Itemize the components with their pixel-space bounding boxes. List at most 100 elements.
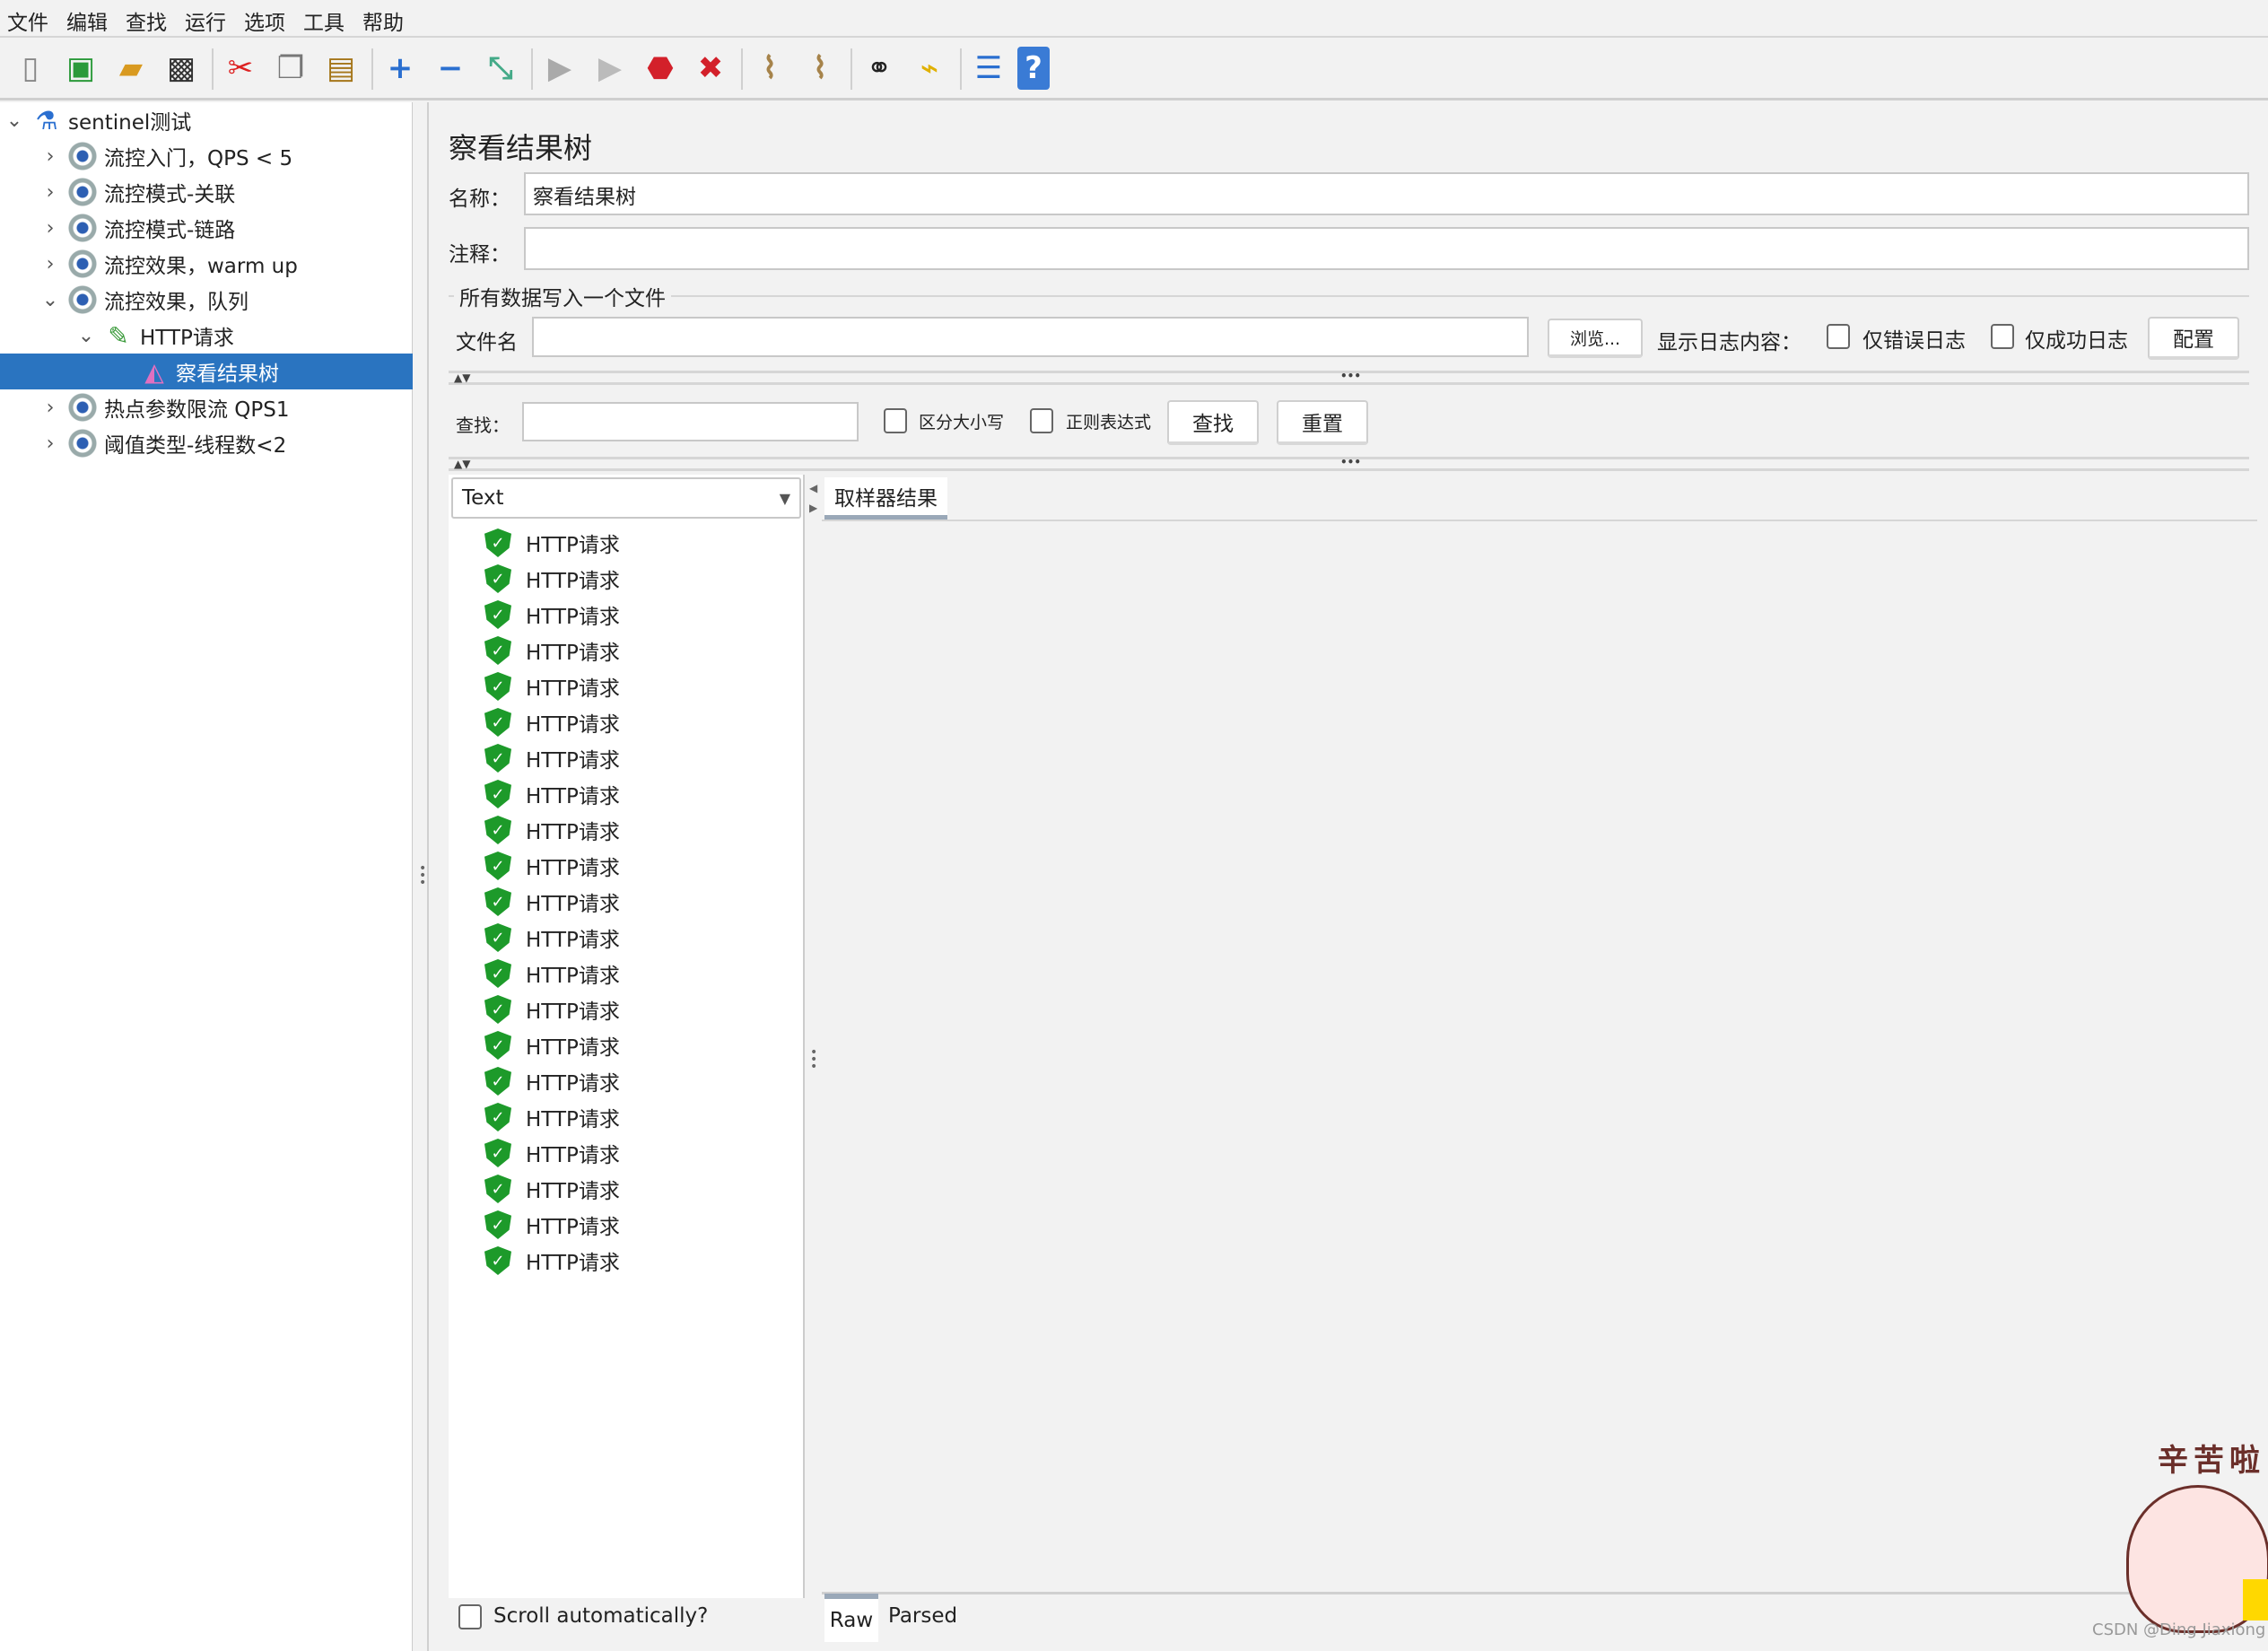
menu-3[interactable]: 运行 [185,5,226,36]
shutdown-icon[interactable]: ✖ [689,47,732,90]
chevron-down-icon[interactable]: ⌄ [4,109,25,132]
result-item[interactable]: ✓ HTTP请求 [484,956,620,991]
reset-button[interactable]: 重置 [1277,400,1368,445]
start-icon[interactable]: ▶ [538,47,581,90]
comment-input[interactable] [524,227,2249,270]
result-label: HTTP请求 [526,893,620,916]
collapse-icon[interactable]: − [429,47,472,90]
menu-0[interactable]: 文件 [7,5,48,36]
chevron-right-icon[interactable]: › [39,432,61,455]
filename-input[interactable] [532,317,1529,357]
name-input[interactable]: 察看结果树 [524,172,2249,215]
tree-node[interactable]: ⌄ 流控效果，队列 [0,282,413,318]
result-item[interactable]: ✓ HTTP请求 [484,1243,620,1279]
result-item[interactable]: ✓ HTTP请求 [484,740,620,776]
renderer-select[interactable]: Text ▼ [451,477,801,519]
tree-node[interactable]: › 热点参数限流 QPS1 [0,389,413,425]
menu-4[interactable]: 选项 [244,5,285,36]
stop-icon[interactable]: ⬣ [639,47,682,90]
tree-node[interactable]: › 流控入门，QPS < 5 [0,138,413,174]
chevron-down-icon[interactable]: ⌄ [39,289,61,311]
cut-icon[interactable]: ✂ [219,47,262,90]
result-item[interactable]: ✓ HTTP请求 [484,633,620,668]
chevron-right-icon[interactable]: › [39,181,61,204]
menu-5[interactable]: 工具 [303,5,345,36]
success-shield-icon: ✓ [484,959,511,988]
function-helper-icon[interactable]: ☰ [967,47,1010,90]
tree-node[interactable]: ⌄ ✎ HTTP请求 [0,318,413,354]
errors-only-checkbox[interactable] [1827,324,1850,349]
results-splitter[interactable]: ▲▼ ••• [449,456,2249,471]
result-item[interactable]: ✓ HTTP请求 [484,812,620,848]
chevron-right-icon[interactable]: › [39,397,61,419]
chevron-right-icon[interactable]: › [39,145,61,168]
watermark: CSDN @Ding Jiaxiong [2092,1620,2266,1639]
result-item[interactable]: ✓ HTTP请求 [484,848,620,884]
thread-group-icon [66,212,99,244]
regex-checkbox[interactable] [1030,408,1053,433]
result-label: HTTP请求 [526,1180,620,1203]
toggle-icon[interactable]: ⤡ [479,47,522,90]
tree-node[interactable]: › 阈值类型-线程数<2 [0,425,413,461]
result-item[interactable]: ✓ HTTP请求 [484,1207,620,1243]
result-item[interactable]: ✓ HTTP请求 [484,1135,620,1171]
search-icon[interactable]: ⚭ [858,47,901,90]
search-label: 查找： [456,415,510,436]
open-icon[interactable]: ▰ [109,47,153,90]
result-label: HTTP请求 [526,821,620,844]
reset-search-icon[interactable]: ⌁ [908,47,951,90]
chevron-down-icon[interactable]: ⌄ [75,325,97,347]
tab-parsed[interactable]: Parsed [888,1604,957,1628]
scroll-auto-checkbox[interactable] [458,1604,482,1629]
configure-button[interactable]: 配置 [2148,317,2239,360]
browse-button[interactable]: 浏览... [1548,319,1643,358]
result-item[interactable]: ✓ HTTP请求 [484,920,620,956]
copy-icon[interactable]: ❐ [269,47,312,90]
tree-node[interactable]: › 流控效果，warm up [0,246,413,282]
paste-icon[interactable]: ▤ [319,47,362,90]
result-item[interactable]: ✓ HTTP请求 [484,991,620,1027]
result-item[interactable]: ✓ HTTP请求 [484,668,620,704]
start-no-pause-icon[interactable]: ▶ [589,47,632,90]
success-only-checkbox[interactable] [1991,324,2014,349]
tree-node[interactable]: ◭ 察看结果树 [0,354,413,389]
result-item[interactable]: ✓ HTTP请求 [484,776,620,812]
expand-icon[interactable]: + [379,47,422,90]
result-item[interactable]: ✓ HTTP请求 [484,561,620,597]
result-item[interactable]: ✓ HTTP请求 [484,1027,620,1063]
result-item[interactable]: ✓ HTTP请求 [484,525,620,561]
tab-sampler-result[interactable]: 取样器结果 [824,477,947,520]
result-item[interactable]: ✓ HTTP请求 [484,597,620,633]
tree-node[interactable]: › 流控模式-链路 [0,210,413,246]
chevron-right-icon[interactable]: › [39,253,61,275]
section-splitter[interactable]: ▲▼ ••• [449,370,2249,385]
result-item[interactable]: ✓ HTTP请求 [484,884,620,920]
menu-1[interactable]: 编辑 [66,5,108,36]
new-icon[interactable]: ▯ [9,47,52,90]
result-item[interactable]: ✓ HTTP请求 [484,704,620,740]
tree-node[interactable]: › 流控模式-关联 [0,174,413,210]
menu-2[interactable]: 查找 [126,5,167,36]
result-label: HTTP请求 [526,534,620,557]
templates-icon[interactable]: ▣ [59,47,102,90]
tree-splitter[interactable]: • • • [414,102,429,1651]
result-item[interactable]: ✓ HTTP请求 [484,1171,620,1207]
clear-icon[interactable]: ⌇ [748,47,791,90]
case-sensitive-checkbox[interactable] [884,408,907,433]
help-icon[interactable]: ? [1017,47,1050,90]
result-label: HTTP请求 [526,570,620,593]
clear-all-icon[interactable]: ⌇ [798,47,842,90]
success-shield-icon: ✓ [484,528,511,557]
result-item[interactable]: ✓ HTTP请求 [484,1099,620,1135]
results-splitter-vertical[interactable]: ◀ ▶ • • • [806,475,822,1651]
result-label: HTTP请求 [526,1144,620,1167]
regex-label: 正则表达式 [1066,413,1152,432]
find-button[interactable]: 查找 [1167,400,1259,445]
search-input[interactable] [522,402,859,441]
tree-node[interactable]: ⌄ ⚗ sentinel测试 [0,102,413,138]
result-item[interactable]: ✓ HTTP请求 [484,1063,620,1099]
menu-6[interactable]: 帮助 [362,5,404,36]
tab-raw[interactable]: Raw [824,1594,878,1642]
save-icon[interactable]: ▩ [160,47,203,90]
chevron-right-icon[interactable]: › [39,217,61,240]
